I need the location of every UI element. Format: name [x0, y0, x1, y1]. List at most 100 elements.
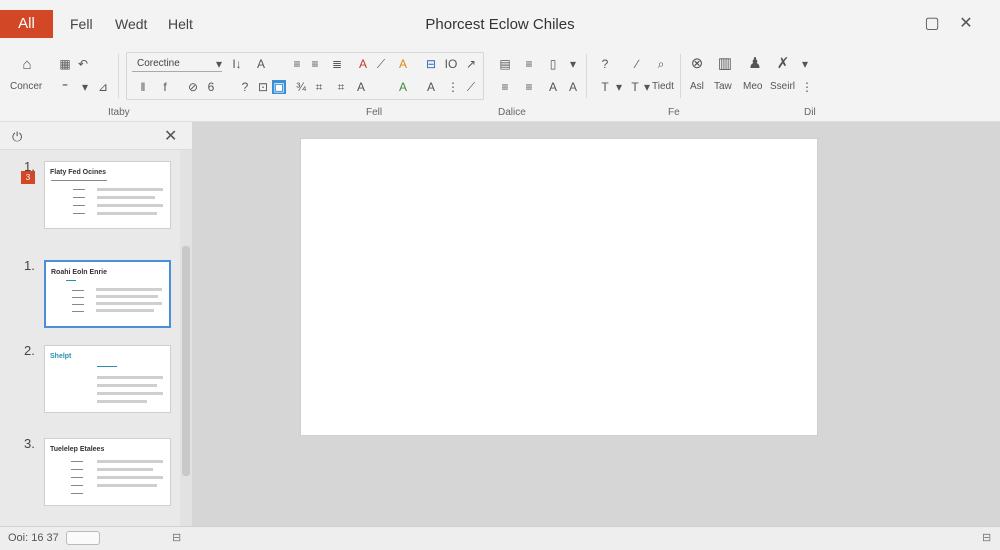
fraction-icon[interactable]: ¾: [294, 80, 308, 94]
arrow-icon[interactable]: ↗: [464, 57, 478, 71]
text-direction-icon[interactable]: A: [546, 80, 560, 94]
slide-thumbnail-1[interactable]: Flaty Fed Ocines: [44, 161, 171, 229]
format-icon[interactable]: ⁼: [58, 80, 72, 94]
highlight-icon[interactable]: A: [396, 57, 410, 71]
home-icon[interactable]: ⌂: [18, 56, 36, 74]
thumb-text-bar: [97, 468, 153, 471]
arrange-icon[interactable]: ▥: [716, 55, 734, 73]
thumb-text-bar: [97, 476, 163, 479]
slide-thumbnail-3[interactable]: Shelpt: [44, 345, 171, 413]
font-name-dropdown[interactable]: Corectine: [132, 56, 222, 72]
triangle-icon[interactable]: ⊿: [96, 80, 110, 94]
shrink-font-icon[interactable]: A: [254, 57, 268, 71]
numbering-icon[interactable]: ≡: [522, 57, 536, 71]
sseirl-label[interactable]: Sseirl: [770, 81, 795, 92]
undo-icon[interactable]: ↶: [76, 57, 90, 71]
tiedt-label[interactable]: Tiedt: [652, 81, 674, 92]
font-color-green-icon[interactable]: A: [396, 80, 410, 94]
thumb-label-line: [72, 290, 84, 291]
columns-icon[interactable]: ▯: [546, 57, 560, 71]
thumb-text-bar: [97, 400, 147, 403]
thumb-label-line: [71, 485, 83, 486]
align-left-icon[interactable]: ≡: [498, 80, 512, 94]
font-dropdown-chevron-icon[interactable]: ▾: [212, 57, 226, 71]
meo-label[interactable]: Meo: [743, 81, 762, 92]
font-a-icon[interactable]: A: [354, 80, 368, 94]
text-t-dropdown-icon[interactable]: ▾: [612, 80, 626, 94]
columns-dropdown-icon[interactable]: ▾: [566, 57, 580, 71]
thumb-label-line: [73, 189, 85, 190]
font-size-icon[interactable]: I↓: [230, 57, 244, 71]
brush-icon[interactable]: ⟋: [374, 57, 388, 71]
close-window-button[interactable]: ✕: [954, 12, 978, 36]
power-icon[interactable]: ⏻: [12, 129, 22, 145]
status-field[interactable]: [66, 531, 100, 545]
thumb-label-line: [72, 297, 84, 298]
group-label-itaby: Itaby: [108, 107, 130, 118]
current-slide[interactable]: [300, 138, 818, 436]
thumb-text-bar: [97, 376, 163, 379]
clear-icon[interactable]: ⊘: [186, 80, 200, 94]
scrollbar-thumb[interactable]: [182, 246, 190, 476]
pen-icon[interactable]: ∕: [630, 57, 644, 71]
more-icon[interactable]: ⋮: [446, 80, 460, 94]
bullets-icon[interactable]: ▤: [498, 57, 512, 71]
fit-slide-icon[interactable]: ⊟: [982, 531, 991, 544]
menu-item-wedt[interactable]: Wedt: [115, 16, 147, 32]
search-icon[interactable]: ⌕: [654, 57, 668, 71]
taw-label[interactable]: Taw: [714, 81, 732, 92]
six-icon[interactable]: 6: [204, 80, 218, 94]
align-center-icon[interactable]: ≡: [522, 80, 536, 94]
thumb-text-bar: [96, 309, 154, 312]
thumb-text-bar: [97, 484, 157, 487]
thumb-label-line: [72, 311, 84, 312]
io-icon[interactable]: IO: [444, 57, 458, 71]
shapes-icon[interactable]: ⊗: [688, 55, 706, 73]
select-icon[interactable]: ✗: [774, 55, 792, 73]
font-color-icon[interactable]: A: [356, 57, 370, 71]
pane-scrollbar[interactable]: [180, 150, 192, 526]
thumb-label-line: [71, 461, 83, 462]
thumb-text-bar: [97, 188, 163, 191]
list-icon[interactable]: ≣: [330, 57, 344, 71]
quick-styles-icon[interactable]: ♟: [746, 55, 764, 73]
menu-item-helt[interactable]: Helt: [168, 16, 193, 32]
font-style-icon[interactable]: A: [424, 80, 438, 94]
frame-icon[interactable]: ⊡: [256, 80, 270, 94]
justify-icon[interactable]: ≡: [308, 57, 322, 71]
grid-icon[interactable]: ⌗: [334, 80, 348, 94]
asl-label[interactable]: Asl: [690, 81, 704, 92]
table-icon[interactable]: ▦: [58, 57, 72, 71]
pipe-icon[interactable]: ‖: [136, 80, 150, 94]
slide-thumbnail-4[interactable]: Tuelelep Etalees: [44, 438, 171, 506]
thumb-label-line: [72, 304, 84, 305]
file-tab[interactable]: All: [0, 10, 53, 38]
help-icon[interactable]: ?: [598, 57, 612, 71]
dropdown-icon[interactable]: ▾: [78, 80, 92, 94]
question-icon[interactable]: ?: [238, 80, 252, 94]
text-box-icon[interactable]: ⊟: [424, 57, 438, 71]
thumb-label-line: [71, 477, 83, 478]
restore-button[interactable]: ▢: [920, 12, 944, 36]
text-t-icon[interactable]: T: [598, 80, 612, 94]
italic-icon[interactable]: f: [158, 80, 172, 94]
selected-style-icon[interactable]: ▣: [272, 80, 286, 94]
thumb-text-bar: [96, 302, 162, 305]
strike-icon[interactable]: ⌗: [312, 80, 326, 94]
more-options-icon[interactable]: ⋮: [800, 80, 814, 94]
align-text-icon[interactable]: A: [566, 80, 580, 94]
select-dropdown-icon[interactable]: ▾: [798, 57, 812, 71]
draw-icon[interactable]: ⟋: [464, 80, 478, 94]
slide-editing-canvas[interactable]: [192, 122, 1000, 526]
group-label-dalice: Dalice: [498, 107, 526, 118]
slide-thumbnail-title: Shelpt: [50, 353, 72, 360]
pane-close-button[interactable]: ✕: [164, 126, 177, 146]
thumb-text-bar: [97, 392, 163, 395]
align-icon[interactable]: ≡: [290, 57, 304, 71]
slide-thumbnail-2[interactable]: Roahi Eoln Enrie: [44, 260, 171, 328]
thumb-subtitle-line: [51, 180, 107, 181]
concer-button-label[interactable]: Concer: [10, 81, 42, 92]
status-indicator-icon[interactable]: ⊟: [172, 531, 181, 544]
menu-item-fell[interactable]: Fell: [70, 16, 93, 32]
thumb-text-bar: [97, 204, 163, 207]
